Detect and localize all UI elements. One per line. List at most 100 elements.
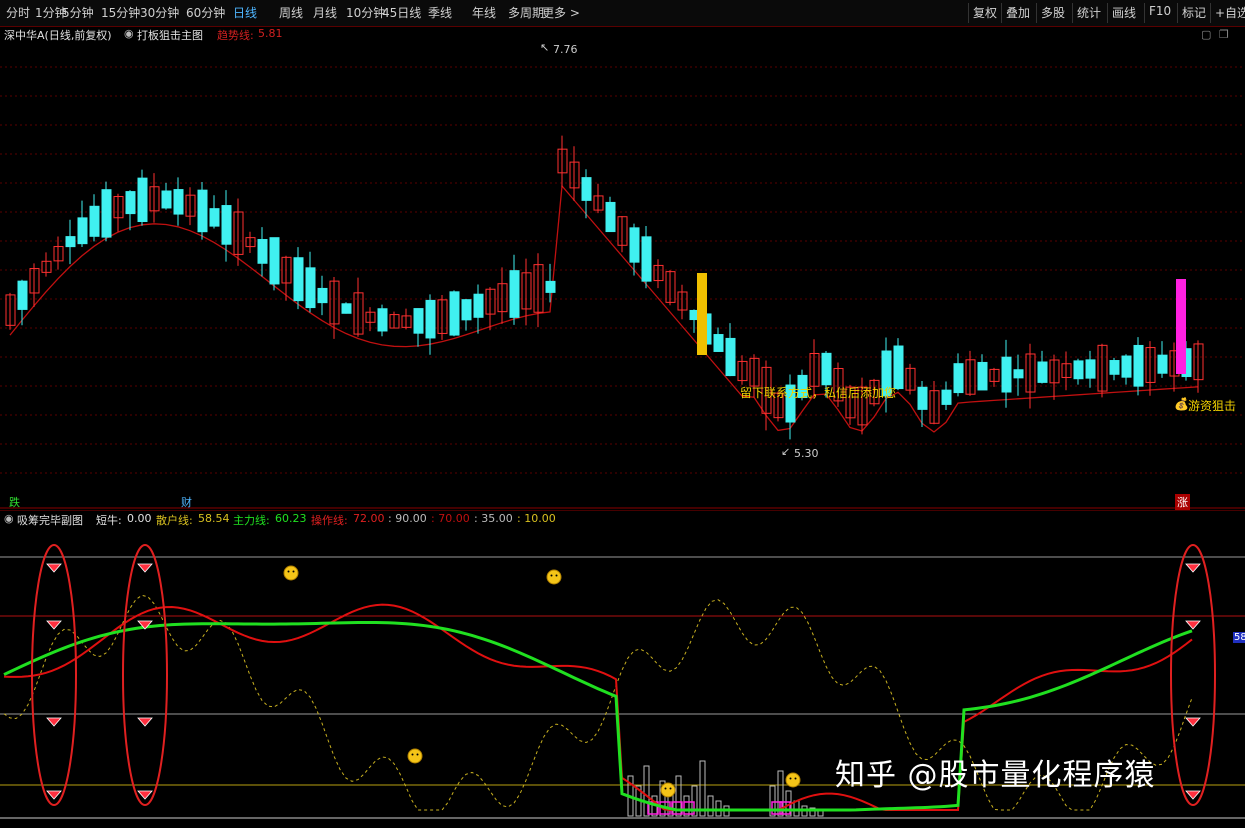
hot-money-annotation: 游资狙击: [1188, 399, 1237, 413]
candle-body: [1157, 354, 1168, 374]
candle-body: [137, 177, 148, 223]
candle-body: [713, 334, 724, 352]
candle-body: [1013, 369, 1024, 379]
candle-body: [209, 208, 220, 227]
candle-body: [629, 227, 640, 263]
candle-body: [509, 270, 520, 318]
candle-body: [221, 205, 232, 245]
short-label: 短牛:: [96, 514, 122, 527]
candle-body: [317, 287, 328, 304]
period-tab-3[interactable]: 15分钟: [101, 4, 140, 21]
candle-body: [77, 217, 88, 245]
candle-body: [605, 201, 616, 233]
period-tab-9[interactable]: 10分钟: [346, 4, 385, 21]
restore-icon[interactable]: ❐: [1219, 28, 1229, 41]
level-90-value: : 90.00: [388, 512, 427, 525]
candle-body: [305, 267, 316, 309]
toolbar-separator: [1210, 3, 1211, 23]
stock-title: 深中华A(日线,前复权): [4, 29, 112, 42]
toolbar-separator: [1107, 3, 1108, 23]
indicator-toggle-icon[interactable]: ◉: [124, 27, 134, 40]
period-toolbar: 分时 1分钟 5分钟 15分钟 30分钟 60分钟 日线 周线 月线 10分钟 45日线 季线 年线 多周…: [0, 0, 1245, 27]
period-tab-11[interactable]: 季线: [428, 4, 452, 21]
candlestick-chart[interactable]: [0, 27, 1245, 509]
main-chart-panel[interactable]: 深中华A(日线,前复权) ◉ 打板狙击主图 趋势线: 5.81 ▢ ❐ 7.76…: [0, 27, 1245, 510]
level-10-text: 10.00: [524, 512, 556, 525]
candle-body: [893, 345, 904, 390]
candle-body: [581, 177, 592, 201]
candle-body: [461, 299, 472, 321]
sad-face-icon: [407, 748, 423, 764]
level-70-value: : 70.00: [431, 512, 470, 525]
period-tab-14[interactable]: 更多 >: [542, 4, 580, 21]
candle-body: [1073, 360, 1084, 380]
candle-body: [449, 291, 460, 336]
candle-body: [65, 236, 76, 248]
smile-face-icon: [546, 569, 562, 585]
candle-body: [257, 239, 268, 264]
level-35-value: : 35.00: [474, 512, 513, 525]
period-tab-6[interactable]: 日线: [233, 4, 257, 21]
short-value: 0.00: [127, 512, 152, 525]
low-arrow-icon: ↙: [781, 445, 791, 458]
period-tab-0[interactable]: 分时: [6, 4, 30, 21]
period-tab-13[interactable]: 多周期: [508, 4, 544, 21]
sub-indicator-name[interactable]: 吸筹完毕副图: [17, 512, 83, 528]
period-tab-10[interactable]: 45日线: [382, 4, 421, 21]
toolbar-button-2[interactable]: 多股: [1041, 4, 1065, 21]
level-90-text: 90.00: [395, 512, 427, 525]
candle-body: [17, 280, 28, 310]
toolbar-separator: [1072, 3, 1073, 23]
candle-body: [977, 361, 988, 391]
candle-body: [545, 280, 556, 293]
money-bag-icon: 💰: [1174, 397, 1189, 411]
candle-body: [1037, 361, 1048, 383]
period-tab-7[interactable]: 周线: [279, 4, 303, 21]
period-tab-12[interactable]: 年线: [472, 4, 496, 21]
toolbar-separator: [968, 3, 969, 23]
axis-value-tag: 58: [1233, 632, 1245, 643]
highlight-candle-yellow: [697, 273, 707, 355]
level-10-value: : 10.00: [517, 512, 556, 525]
candle-body: [473, 293, 484, 318]
watermark-text: 知乎 @股市量化程序猿: [835, 758, 1156, 793]
candle-body: [125, 191, 136, 215]
toolbar-button-1[interactable]: 叠加: [1006, 4, 1030, 21]
candle-body: [425, 299, 436, 339]
period-tab-5[interactable]: 60分钟: [186, 4, 225, 21]
candle-body: [377, 308, 388, 332]
toolbar-separator: [1144, 3, 1145, 23]
low-price-label: 5.30: [794, 447, 819, 460]
toolbar-button-6[interactable]: 标记: [1182, 4, 1206, 21]
candle-body: [1133, 344, 1144, 387]
toolbar-button-5[interactable]: F10: [1149, 4, 1171, 18]
toolbar-separator: [1036, 3, 1037, 23]
indicator-name[interactable]: 打板狙击主图: [137, 27, 203, 43]
candle-body: [161, 190, 172, 209]
toolbar-button-0[interactable]: 复权: [973, 4, 997, 21]
candle-body: [1121, 355, 1132, 378]
main-force-value: 60.23: [275, 512, 307, 525]
contact-annotation: 留下联系方式，私信后添加您: [740, 386, 897, 400]
candle-body: [1001, 356, 1012, 393]
high-arrow-icon: ↖: [540, 41, 550, 54]
toolbar-button-7[interactable]: +自选: [1215, 4, 1245, 21]
op-label: 操作线:: [311, 514, 348, 527]
period-tab-2[interactable]: 5分钟: [62, 4, 94, 21]
period-tab-8[interactable]: 月线: [313, 4, 337, 21]
toolbar-button-4[interactable]: 画线: [1112, 4, 1136, 21]
candle-body: [821, 352, 832, 386]
candle-body: [641, 236, 652, 282]
candle-body: [1085, 359, 1096, 379]
candle-body: [413, 308, 424, 334]
maximize-icon[interactable]: ▢: [1201, 28, 1211, 41]
period-tab-4[interactable]: 30分钟: [140, 4, 179, 21]
candle-body: [293, 257, 304, 302]
candle-body: [101, 189, 112, 238]
high-price-label: 7.76: [553, 43, 578, 56]
sub-indicator-toggle-icon[interactable]: ◉: [4, 512, 14, 525]
retail-label: 散户线:: [156, 514, 193, 527]
toolbar-button-3[interactable]: 统计: [1077, 4, 1101, 21]
level-70-text: 70.00: [438, 512, 470, 525]
candle-body: [917, 386, 928, 410]
